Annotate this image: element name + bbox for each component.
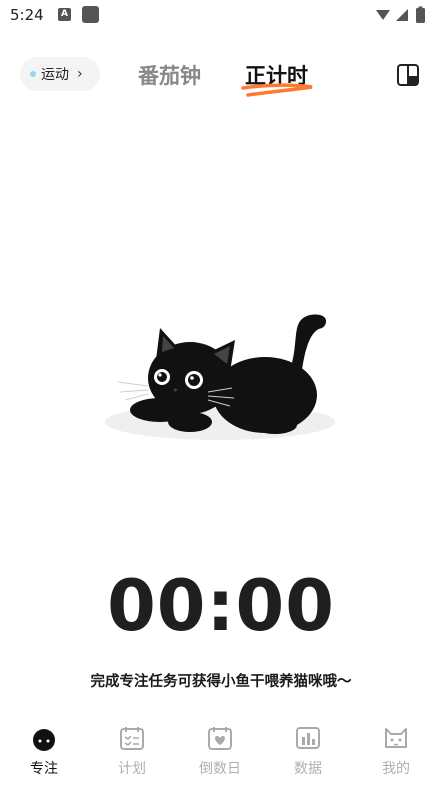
- tab-plan-label: 计划: [118, 761, 146, 777]
- tab-countdown[interactable]: 倒数日: [176, 720, 264, 782]
- bar-chart-icon: [296, 727, 320, 749]
- category-chip[interactable]: 运动 ›: [20, 57, 100, 91]
- app-square-icon: [82, 6, 99, 23]
- black-cat-illustration: [105, 314, 335, 440]
- tomato-icon: [33, 729, 55, 751]
- tab-pomodoro[interactable]: 番茄钟: [138, 60, 201, 90]
- cat-face-icon: [385, 728, 407, 748]
- bottom-tab-bar: 专注 计划 倒数日 数据 我的: [0, 720, 442, 785]
- tab-focus[interactable]: 专注: [0, 720, 88, 782]
- tab-mine-label: 我的: [382, 761, 410, 777]
- app-notification-icon: A: [58, 8, 71, 21]
- tab-focus-label: 专注: [30, 761, 58, 777]
- tab-mine[interactable]: 我的: [352, 720, 440, 782]
- tab-countdown-label: 倒数日: [199, 761, 241, 777]
- category-dot: [30, 71, 36, 77]
- status-bar: 5:24 A: [0, 0, 442, 30]
- calendar-heart-icon: [208, 727, 232, 750]
- tab-data[interactable]: 数据: [264, 720, 352, 782]
- timer-display: 00:00: [107, 565, 335, 647]
- calendar-list-icon: [120, 727, 144, 750]
- tab-plan[interactable]: 计划: [88, 720, 176, 782]
- header: 运动 › 番茄钟 正计时: [0, 48, 442, 100]
- chevron-right-icon: ›: [77, 66, 83, 82]
- status-time: 5:24: [10, 6, 44, 24]
- active-tab-underline: [241, 83, 313, 97]
- category-label: 运动: [41, 67, 69, 83]
- layout-icon[interactable]: [396, 63, 420, 87]
- tab-data-label: 数据: [294, 761, 322, 777]
- focus-hint: 完成专注任务可获得小鱼干喂养猫咪哦～: [90, 674, 352, 690]
- signal-battery-icon: [376, 6, 425, 23]
